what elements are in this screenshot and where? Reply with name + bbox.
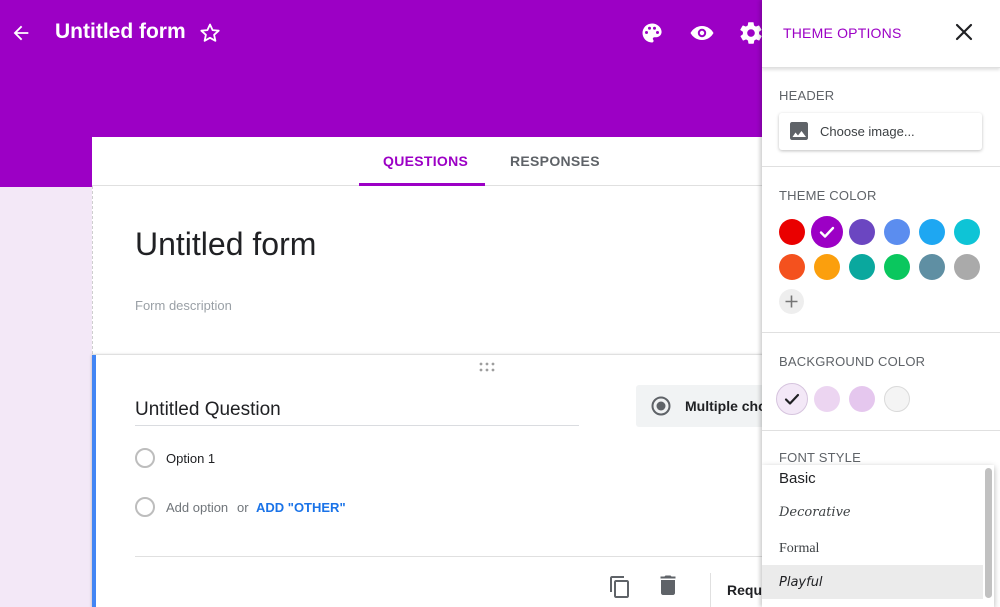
or-text: or: [237, 500, 249, 515]
star-icon[interactable]: [198, 21, 222, 45]
add-option-input[interactable]: Add option: [166, 500, 228, 515]
palette-icon[interactable]: [640, 21, 664, 45]
header-section-label: HEADER: [779, 88, 835, 103]
back-arrow-icon[interactable]: [10, 22, 32, 44]
font-option-basic[interactable]: Basic: [779, 470, 816, 487]
font-option-decorative[interactable]: Decorative: [779, 505, 851, 520]
drag-handle-icon[interactable]: [478, 361, 496, 373]
font-option-formal[interactable]: Formal: [779, 541, 819, 557]
theme-color-swatch-teal[interactable]: [849, 254, 875, 280]
panel-header: THEME OPTIONS: [762, 0, 1000, 68]
panel-title: THEME OPTIONS: [783, 25, 902, 41]
form-title[interactable]: Untitled form: [135, 226, 316, 263]
question-title-underline: [135, 425, 579, 426]
font-style-label: FONT STYLE: [779, 450, 861, 465]
card-dashed-edge: [92, 186, 93, 354]
checkmark-icon: [819, 226, 835, 238]
theme-color-swatch-orange-red[interactable]: [779, 254, 805, 280]
close-icon[interactable]: [954, 22, 974, 42]
add-custom-color-button[interactable]: [779, 289, 804, 314]
question-type-select[interactable]: Multiple cho: [636, 385, 772, 427]
tab-bar: QUESTIONS RESPONSES: [92, 137, 772, 186]
option-1-input[interactable]: Option 1: [166, 451, 215, 466]
app-title[interactable]: Untitled form: [55, 20, 186, 44]
theme-options-panel: THEME OPTIONS HEADER Choose image... THE…: [762, 0, 1000, 607]
option-radio-icon: [135, 448, 155, 468]
theme-color-swatch-cyan[interactable]: [954, 219, 980, 245]
eye-icon[interactable]: [689, 21, 715, 45]
duplicate-icon[interactable]: [609, 575, 631, 599]
image-icon: [790, 122, 808, 140]
background-color-swatch-selected[interactable]: [776, 383, 808, 415]
theme-color-swatch-red[interactable]: [779, 219, 805, 245]
section-divider: [762, 166, 1000, 167]
form-description-input[interactable]: Form description: [135, 298, 232, 313]
theme-color-swatch-orange[interactable]: [814, 254, 840, 280]
question-accent-bar: [92, 355, 96, 607]
required-toggle-label[interactable]: Requi: [727, 582, 766, 598]
background-color-label: BACKGROUND COLOR: [779, 354, 926, 369]
question-footer-divider: [135, 556, 772, 557]
add-other-link[interactable]: ADD "OTHER": [256, 500, 346, 515]
theme-color-swatch-light-blue[interactable]: [919, 219, 945, 245]
dropdown-scrollbar[interactable]: [985, 468, 992, 598]
tab-responses[interactable]: RESPONSES: [510, 153, 600, 169]
plus-icon: [785, 295, 798, 308]
question-type-label: Multiple cho: [685, 398, 767, 414]
theme-color-swatch-green[interactable]: [884, 254, 910, 280]
section-divider: [762, 332, 1000, 333]
theme-color-swatch-purple-selected[interactable]: [811, 216, 843, 248]
theme-color-label: THEME COLOR: [779, 188, 877, 203]
theme-color-swatch-blue-grey[interactable]: [919, 254, 945, 280]
question-card[interactable]: Untitled Question Multiple cho Option 1 …: [92, 354, 772, 607]
footer-separator: [710, 573, 711, 607]
tab-questions[interactable]: QUESTIONS: [383, 153, 468, 169]
add-option-radio-icon: [135, 497, 155, 517]
font-style-dropdown[interactable]: Basic Decorative Formal Playful: [762, 465, 994, 607]
section-divider: [762, 430, 1000, 431]
choose-image-label: Choose image...: [820, 124, 915, 139]
active-tab-indicator: [359, 183, 485, 186]
background-color-swatch-light-purple[interactable]: [814, 386, 840, 412]
theme-color-swatch-blue[interactable]: [884, 219, 910, 245]
trash-icon[interactable]: [658, 574, 678, 596]
radio-button-icon: [651, 396, 671, 416]
background-color-swatch-lavender[interactable]: [849, 386, 875, 412]
background-color-swatch-grey[interactable]: [884, 386, 910, 412]
question-title-input[interactable]: Untitled Question: [135, 399, 281, 421]
gear-icon[interactable]: [738, 20, 764, 46]
checkmark-icon: [784, 393, 800, 405]
font-option-playful[interactable]: Playful: [779, 575, 823, 590]
choose-image-button[interactable]: Choose image...: [779, 113, 982, 150]
theme-color-swatch-deep-purple[interactable]: [849, 219, 875, 245]
theme-color-swatch-grey[interactable]: [954, 254, 980, 280]
